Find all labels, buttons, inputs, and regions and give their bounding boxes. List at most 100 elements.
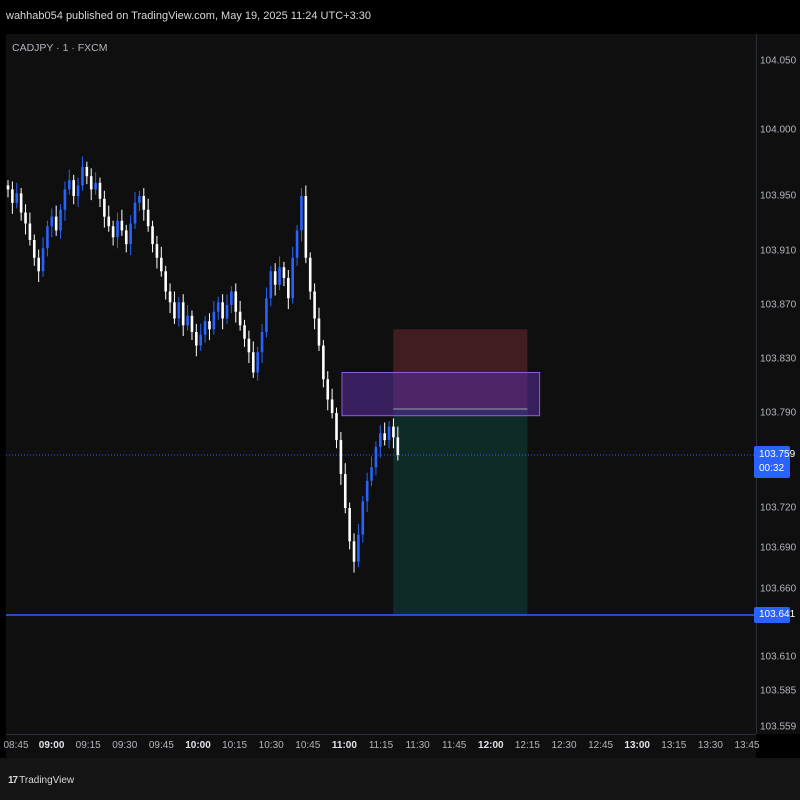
candle-body <box>190 315 194 332</box>
candle-body <box>243 325 246 339</box>
candle-body <box>300 196 303 231</box>
candle-body <box>50 216 54 227</box>
time-tick-label: 09:30 <box>112 740 138 751</box>
candle-body <box>260 332 264 353</box>
candle-body <box>374 446 378 468</box>
tradingview-logo-text: TradingView <box>19 775 75 786</box>
candle-body <box>19 193 23 213</box>
time-tick-label: 13:15 <box>661 740 687 751</box>
price-tick-label: 103.720 <box>760 502 797 514</box>
time-tick-label: 12:15 <box>514 740 540 751</box>
chart-plot[interactable] <box>0 0 800 800</box>
candle-body <box>238 311 242 326</box>
time-tick-label: 12:30 <box>551 740 577 751</box>
price-tick-label: 103.559 <box>760 721 797 733</box>
candle-body <box>313 291 316 319</box>
candle-body <box>103 198 106 217</box>
candle-body <box>168 291 172 303</box>
candle-body <box>133 202 137 224</box>
candle-body <box>208 321 211 330</box>
price-tick-label: 103.870 <box>760 299 797 311</box>
candle-body <box>6 185 10 190</box>
candle-body <box>155 244 159 258</box>
time-tick-label: 12:45 <box>588 740 614 751</box>
candle-body <box>116 220 119 238</box>
candle-body <box>392 426 395 438</box>
candle-body <box>234 291 238 312</box>
price-tick-label: 103.950 <box>760 190 797 202</box>
candle-body <box>89 176 93 190</box>
candle-body <box>160 257 163 272</box>
price-tick-label: 103.830 <box>760 353 797 365</box>
candle-body <box>177 302 181 319</box>
candle-body <box>348 508 351 542</box>
candle-body <box>343 474 347 508</box>
candle-body <box>308 257 312 292</box>
candle-body <box>339 440 343 475</box>
time-tick-label: 13:30 <box>697 740 723 751</box>
time-tick-label: 11:45 <box>442 740 467 751</box>
candle-body <box>142 196 146 210</box>
price-tick-label: 104.050 <box>760 55 797 67</box>
price-tick-label: 103.790 <box>760 407 797 419</box>
candle-body <box>365 480 369 502</box>
candle-body <box>81 166 84 186</box>
candle-body <box>335 413 338 441</box>
candle-body <box>278 267 281 285</box>
candle-body <box>370 467 373 481</box>
candle-body <box>59 209 62 231</box>
tradingview-logo-mark: 17 <box>8 775 18 786</box>
candle-body <box>269 271 273 299</box>
candle-body <box>98 182 102 199</box>
candle-body <box>138 196 141 203</box>
candle-body <box>387 426 391 441</box>
candle-body <box>273 271 277 285</box>
price-tick-label: 103.610 <box>760 651 797 663</box>
candle-body <box>24 212 27 224</box>
time-tick-label: 11:15 <box>368 740 394 751</box>
candle-body <box>295 230 299 258</box>
time-tick-label: 10:45 <box>295 740 321 751</box>
time-tick-label: 09:45 <box>148 740 174 751</box>
candle-body <box>304 196 308 258</box>
price-tick-label: 103.690 <box>760 542 797 554</box>
candle-body <box>352 541 356 562</box>
candle-body <box>72 180 75 196</box>
time-tick-label: 09:15 <box>75 740 101 751</box>
current-price-value: 103.759 <box>759 449 796 460</box>
candle-body <box>225 305 229 319</box>
candle-body <box>256 352 259 373</box>
candle-body <box>32 240 36 258</box>
price-tick-label: 103.910 <box>760 245 797 257</box>
candle-body <box>173 302 176 319</box>
candle-body <box>120 220 124 231</box>
candle-body <box>41 248 45 272</box>
candle-body <box>129 223 132 245</box>
candle-body <box>326 379 330 400</box>
time-tick-label: 11:00 <box>331 740 357 751</box>
candle-body <box>230 291 233 305</box>
time-tick-label: 12:00 <box>478 740 504 751</box>
candle-body <box>322 345 325 380</box>
take-profit-zone <box>393 408 528 615</box>
candle-body <box>186 315 189 326</box>
tradingview-logo[interactable]: 17 TradingView <box>8 775 74 786</box>
current-price-badge: 103.759 00:32 <box>754 446 795 478</box>
candle-body <box>54 216 58 231</box>
candle-body <box>282 267 286 278</box>
candle-body <box>146 209 150 227</box>
candle-body <box>221 302 224 319</box>
candle-body <box>212 311 216 330</box>
candle-body <box>396 437 400 455</box>
candle-body <box>111 226 115 238</box>
horizontal-line-price-value: 103.641 <box>759 609 796 620</box>
candle-body <box>287 278 290 299</box>
time-tick-label: 13:45 <box>734 740 760 751</box>
time-tick-label: 13:00 <box>624 740 650 751</box>
candle-body <box>195 332 198 346</box>
candle-body <box>383 433 386 441</box>
footer-bar <box>0 758 800 800</box>
time-tick-label: 09:00 <box>38 740 65 751</box>
candle-body <box>199 334 203 346</box>
symbol-legend[interactable]: CADJPY · 1 · FXCM <box>12 42 107 54</box>
